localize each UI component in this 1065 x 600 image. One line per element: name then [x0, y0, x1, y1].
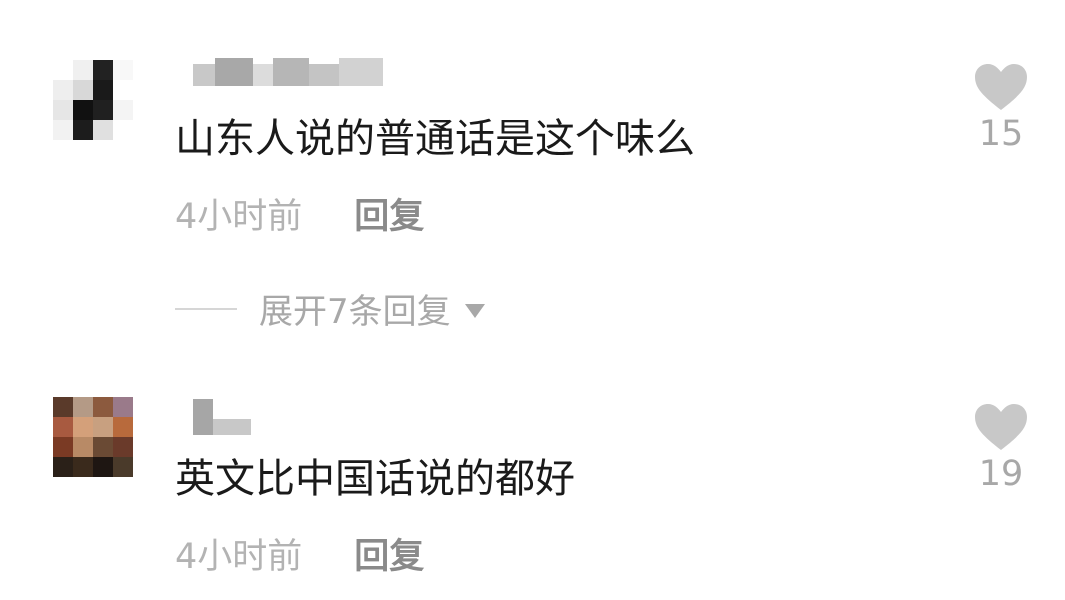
username-blur-block — [339, 58, 383, 86]
chevron-down-icon — [464, 303, 485, 318]
avatar-pixel — [93, 397, 113, 417]
avatar-pixel — [53, 60, 73, 80]
avatar-pixel — [113, 417, 133, 437]
avatar-pixel — [73, 457, 93, 477]
heart-icon[interactable] — [973, 62, 1029, 112]
username-blur-block — [273, 58, 309, 86]
username-blur-block — [213, 419, 251, 435]
avatar-pixel — [53, 80, 73, 100]
like-count: 19 — [978, 454, 1024, 494]
avatar-pixel — [93, 457, 113, 477]
comment-meta: 4小时前 回复 — [175, 197, 424, 237]
username-blur-block — [193, 64, 215, 86]
avatar-pixel — [53, 437, 73, 457]
avatar-pixel — [113, 100, 133, 120]
divider-line — [175, 307, 237, 310]
comment-text: 山东人说的普通话是这个味么 — [175, 116, 695, 162]
username[interactable] — [193, 50, 383, 86]
avatar-pixel — [53, 417, 73, 437]
comment-meta: 4小时前 回复 — [175, 537, 424, 577]
avatar-pixel — [73, 80, 93, 100]
like-control[interactable]: 19 — [965, 402, 1037, 494]
avatar[interactable] — [53, 60, 133, 140]
avatar-pixel — [93, 100, 113, 120]
avatar-pixel — [113, 80, 133, 100]
reply-button[interactable]: 回复 — [354, 197, 424, 237]
avatar-pixel — [53, 397, 73, 417]
avatar-pixel — [73, 417, 93, 437]
avatar-pixel — [73, 120, 93, 140]
avatar-pixel — [73, 60, 93, 80]
avatar-pixel — [113, 437, 133, 457]
avatar-pixel — [113, 120, 133, 140]
username-blur-block — [193, 399, 213, 435]
avatar-pixel — [93, 60, 113, 80]
avatar-pixel — [93, 120, 113, 140]
avatar-pixel — [93, 437, 113, 457]
expand-replies-button[interactable]: 展开7条回复 — [175, 284, 485, 333]
username-blur-block — [309, 64, 339, 86]
username-blur-block — [253, 64, 273, 86]
username-blur-block — [215, 58, 253, 86]
like-control[interactable]: 15 — [965, 62, 1037, 154]
avatar-pixel — [113, 457, 133, 477]
comment-time: 4小时前 — [175, 537, 303, 577]
avatar-pixel — [53, 100, 73, 120]
avatar-pixel — [93, 80, 113, 100]
comment-text: 英文比中国话说的都好 — [175, 456, 575, 502]
avatar-pixel — [73, 437, 93, 457]
like-count: 15 — [978, 114, 1024, 154]
avatar-pixel — [113, 60, 133, 80]
avatar-pixel — [73, 100, 93, 120]
comment-time: 4小时前 — [175, 197, 303, 237]
heart-icon[interactable] — [973, 402, 1029, 452]
avatar-pixel — [53, 457, 73, 477]
avatar-pixel — [113, 397, 133, 417]
reply-button[interactable]: 回复 — [354, 537, 424, 577]
avatar-pixel — [73, 397, 93, 417]
avatar-pixel — [53, 120, 73, 140]
avatar-pixel — [93, 417, 113, 437]
avatar[interactable] — [53, 397, 133, 477]
username[interactable] — [193, 399, 251, 435]
expand-replies-label: 展开7条回复 — [259, 292, 451, 332]
